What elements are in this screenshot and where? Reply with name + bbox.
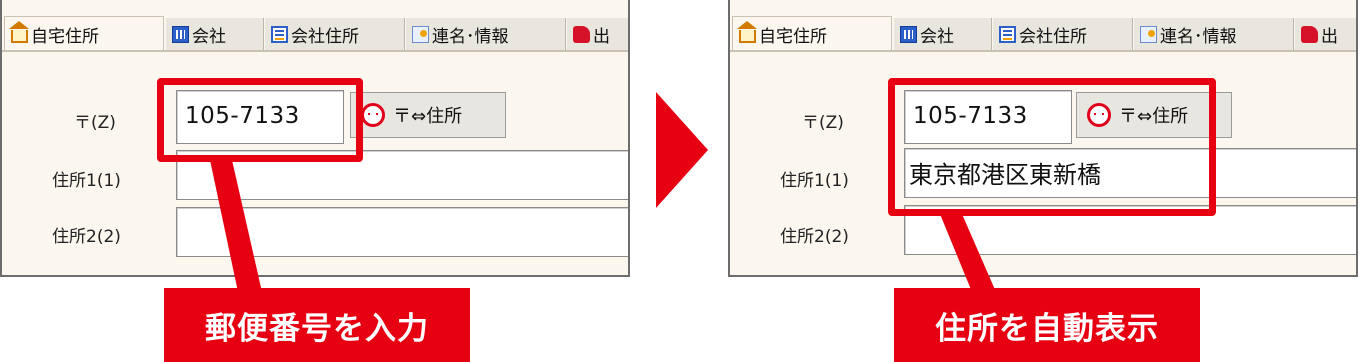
tab-bar: 自宅住所 会社 会社住所 連名･情報 出 xyxy=(2,0,628,52)
tab-label: 自宅住所 xyxy=(759,27,827,47)
right-callout-text: 住所を自動表示 xyxy=(935,310,1159,347)
tab-company-address[interactable]: 会社住所 xyxy=(993,18,1133,50)
contacts-icon xyxy=(412,25,429,43)
zip-address-convert-button[interactable]: 〒⇔住所 xyxy=(350,92,506,138)
tab-contacts-info[interactable]: 連名･情報 xyxy=(406,18,566,50)
address1-label: 住所1(1) xyxy=(52,171,121,191)
tab-home-address[interactable]: 自宅住所 xyxy=(4,16,164,52)
tab-label: 連名･情報 xyxy=(1160,26,1237,47)
tab-divider xyxy=(2,50,628,52)
address-icon xyxy=(999,25,1016,43)
tab-label: 会社 xyxy=(192,26,226,47)
tab-other[interactable]: 出 xyxy=(1295,18,1356,50)
company-icon xyxy=(172,25,189,43)
tab-contacts-info[interactable]: 連名･情報 xyxy=(1134,18,1294,50)
left-callout: 郵便番号を入力 xyxy=(164,288,470,362)
house-icon xyxy=(9,21,29,43)
tab-other[interactable]: 出 xyxy=(567,18,628,50)
address-highlight-frame xyxy=(888,78,1216,216)
postal-mascot-icon xyxy=(361,103,385,127)
other-icon xyxy=(1301,25,1318,43)
zip-highlight-frame xyxy=(157,78,363,162)
address2-label: 住所2(2) xyxy=(52,227,121,247)
other-icon xyxy=(573,25,590,43)
address2-input[interactable] xyxy=(176,207,628,257)
next-step-arrow-icon xyxy=(656,92,708,208)
tab-company-address[interactable]: 会社住所 xyxy=(265,18,405,50)
tab-label: 会社住所 xyxy=(1019,26,1087,47)
zip-label: 〒(Z) xyxy=(802,113,844,133)
tab-label: 連名･情報 xyxy=(432,26,509,47)
tab-label: 出 xyxy=(593,26,610,47)
zip-label: 〒(Z) xyxy=(74,113,116,133)
tab-label: 出 xyxy=(1321,26,1338,47)
tab-home-address[interactable]: 自宅住所 xyxy=(732,16,892,52)
right-callout: 住所を自動表示 xyxy=(894,288,1200,362)
tab-company[interactable]: 会社 xyxy=(894,18,992,50)
tab-bar: 自宅住所 会社 会社住所 連名･情報 出 xyxy=(730,0,1356,52)
tab-label: 会社 xyxy=(920,26,954,47)
company-icon xyxy=(900,25,917,43)
house-icon xyxy=(737,21,757,43)
contacts-icon xyxy=(1140,25,1157,43)
address-icon xyxy=(271,25,288,43)
convert-button-label: 〒⇔住所 xyxy=(393,106,463,127)
address2-label: 住所2(2) xyxy=(780,227,849,247)
tab-label: 自宅住所 xyxy=(31,27,99,47)
tab-divider xyxy=(730,50,1356,52)
tab-label: 会社住所 xyxy=(291,26,359,47)
address1-label: 住所1(1) xyxy=(780,171,849,191)
left-callout-text: 郵便番号を入力 xyxy=(205,310,429,347)
tab-company[interactable]: 会社 xyxy=(166,18,264,50)
